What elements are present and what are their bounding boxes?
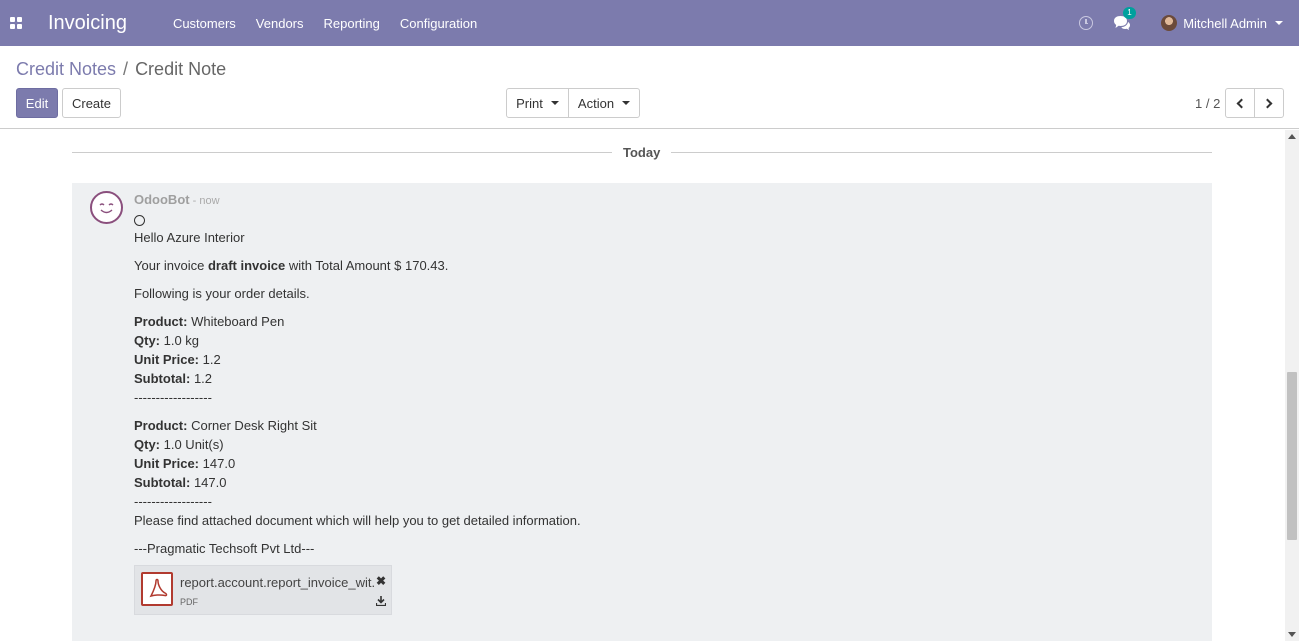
- date-separator-label: Today: [612, 145, 672, 160]
- pdf-file-icon: [141, 572, 173, 606]
- chevron-left-icon: [1236, 98, 1247, 108]
- pager-value[interactable]: 1 / 2: [1195, 96, 1220, 111]
- product-line: Product: Whiteboard Pen: [134, 312, 1194, 331]
- print-caret-icon: [550, 101, 559, 105]
- download-icon[interactable]: [375, 592, 387, 611]
- user-menu-name[interactable]: Mitchell Admin: [1183, 16, 1267, 31]
- control-panel: Credit Notes / Credit Note Edit Create P…: [0, 46, 1299, 129]
- odoobot-avatar[interactable]: [90, 191, 123, 224]
- pager-previous-button[interactable]: [1225, 88, 1255, 118]
- subtotal-label: Subtotal:: [134, 475, 191, 490]
- app-title[interactable]: Invoicing: [48, 12, 127, 35]
- subtotal-line: Subtotal: 1.2: [134, 369, 1194, 388]
- unit-price-label: Unit Price:: [134, 352, 200, 367]
- breadcrumb: Credit Notes / Credit Note: [16, 59, 226, 80]
- smiley-face-icon: [99, 203, 114, 214]
- subtotal-value: 147.0: [193, 475, 227, 490]
- qty-line: Qty: 1.0 kg: [134, 331, 1194, 350]
- message-body: OdooBot - now Hello Azure Interior Your …: [134, 190, 1194, 615]
- subtotal-value: 1.2: [193, 371, 213, 386]
- scroll-down-arrow-icon[interactable]: [1288, 632, 1296, 637]
- menu-vendors[interactable]: Vendors: [256, 16, 304, 31]
- message-separator: -: [189, 195, 200, 207]
- menu-configuration[interactable]: Configuration: [400, 16, 477, 31]
- invoice-name: draft invoice: [207, 258, 286, 273]
- breadcrumb-separator: /: [123, 59, 129, 79]
- message-invoice-line: Your invoice draft invoice with Total Am…: [134, 256, 1194, 275]
- message-greeting: Hello Azure Interior: [134, 230, 245, 245]
- qty-value: 1.0 Unit(s): [163, 437, 224, 452]
- pager-next-button[interactable]: [1254, 88, 1284, 118]
- top-navbar: Invoicing Customers Vendors Reporting Co…: [0, 0, 1299, 46]
- attachment-type: PDF: [180, 597, 198, 607]
- product-label: Product:: [134, 418, 188, 433]
- chevron-right-icon: [1262, 98, 1273, 108]
- message-closing: Please find attached document which will…: [134, 513, 581, 528]
- form-content: Today OdooBot - now Hello Azure Interior…: [0, 130, 1285, 641]
- print-dropdown-button[interactable]: Print: [506, 88, 569, 118]
- menu-reporting[interactable]: Reporting: [324, 16, 380, 31]
- unit-price-line: Unit Price: 147.0: [134, 454, 1194, 473]
- activity-clock-icon[interactable]: [1079, 16, 1094, 30]
- qty-value: 1.0 kg: [163, 333, 200, 348]
- message-time: now: [199, 195, 220, 207]
- user-menu-caret-icon[interactable]: [1275, 21, 1283, 25]
- user-avatar[interactable]: [1161, 15, 1178, 31]
- invoice-prefix: Your invoice: [134, 258, 208, 273]
- unit-price-value: 1.2: [202, 352, 221, 367]
- divider-line: ------------------: [134, 390, 212, 405]
- attachment-card[interactable]: report.account.report_invoice_wit... PDF…: [134, 565, 392, 615]
- chatter-message: OdooBot - now Hello Azure Interior Your …: [72, 183, 1212, 641]
- qty-label: Qty:: [134, 437, 160, 452]
- qty-line: Qty: 1.0 Unit(s): [134, 435, 1194, 454]
- product-label: Product:: [134, 314, 188, 329]
- breadcrumb-current: Credit Note: [135, 59, 227, 79]
- subtotal-line: Subtotal: 147.0: [134, 473, 1194, 492]
- scroll-up-arrow-icon[interactable]: [1288, 134, 1296, 139]
- remove-attachment-icon[interactable]: ✖: [376, 572, 386, 591]
- message-intro: Following is your order details.: [134, 286, 310, 301]
- edit-button[interactable]: Edit: [16, 88, 58, 118]
- breadcrumb-credit-notes[interactable]: Credit Notes: [16, 59, 116, 80]
- create-button[interactable]: Create: [62, 88, 121, 118]
- unit-price-label: Unit Price:: [134, 456, 200, 471]
- messaging-menu[interactable]: 1: [1113, 7, 1136, 31]
- action-caret-icon: [622, 101, 631, 105]
- product-name: Corner Desk Right Sit: [191, 418, 317, 433]
- product-name: Whiteboard Pen: [191, 314, 285, 329]
- action-dropdown-button[interactable]: Action: [568, 88, 640, 118]
- action-label: Action: [577, 95, 615, 111]
- product-block: Product: Corner Desk Right Sit Qty: 1.0 …: [134, 416, 1194, 511]
- apps-menu-icon[interactable]: [0, 0, 32, 46]
- product-line: Product: Corner Desk Right Sit: [134, 416, 1194, 435]
- invoice-suffix: with Total Amount $ 170.43.: [285, 258, 449, 273]
- product-block: Product: Whiteboard Pen Qty: 1.0 kg Unit…: [134, 312, 1194, 407]
- unit-price-value: 147.0: [202, 456, 236, 471]
- message-author[interactable]: OdooBot: [134, 192, 190, 207]
- qty-label: Qty:: [134, 333, 160, 348]
- attachment-name[interactable]: report.account.report_invoice_wit...: [180, 573, 376, 592]
- vertical-scrollbar[interactable]: [1285, 130, 1299, 641]
- subtotal-label: Subtotal:: [134, 371, 191, 386]
- message-signature: ---Pragmatic Techsoft Pvt Ltd---: [134, 541, 315, 556]
- menu-customers[interactable]: Customers: [173, 16, 236, 31]
- scrollbar-thumb[interactable]: [1287, 372, 1297, 540]
- unit-price-line: Unit Price: 1.2: [134, 350, 1194, 369]
- messages-count-badge: 1: [1123, 7, 1136, 19]
- print-label: Print: [516, 95, 543, 111]
- whatsapp-icon: [134, 215, 145, 226]
- divider-line: ------------------: [134, 494, 212, 509]
- message-header: OdooBot - now: [134, 190, 1194, 211]
